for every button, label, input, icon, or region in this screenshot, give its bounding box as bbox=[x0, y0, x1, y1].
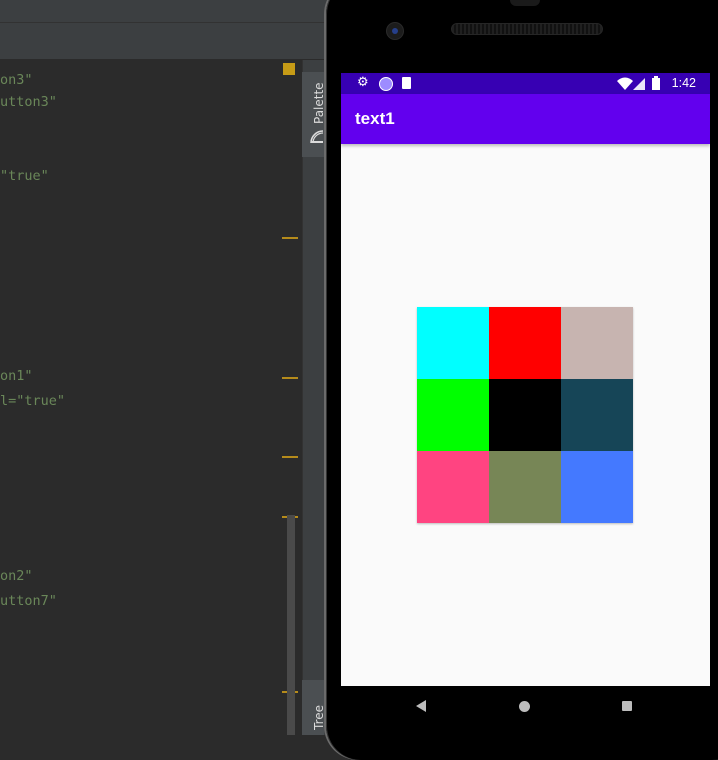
app-title: text1 bbox=[355, 109, 395, 128]
code-editor[interactable]: on3" utton3" "true" on1" l="true" on2" utton7" bbox=[0, 60, 282, 735]
code-line[interactable]: utton3" bbox=[0, 93, 57, 111]
home-icon[interactable] bbox=[519, 701, 530, 712]
color-cell[interactable] bbox=[417, 307, 489, 379]
phone-top-button bbox=[510, 0, 540, 6]
sd-card-icon bbox=[402, 77, 411, 89]
recent-apps-icon[interactable] bbox=[622, 701, 632, 711]
status-bar: ⚙ 1:42 bbox=[341, 73, 710, 94]
code-line[interactable]: on1" bbox=[0, 367, 33, 385]
front-camera bbox=[386, 22, 404, 40]
wifi-signal-icon bbox=[617, 77, 645, 90]
battery-icon bbox=[652, 76, 660, 90]
code-line[interactable]: l="true" bbox=[0, 392, 65, 410]
palette-icon bbox=[310, 130, 324, 144]
gutter-marker[interactable] bbox=[282, 377, 298, 379]
gutter-marker[interactable] bbox=[282, 237, 298, 239]
ide-title-bar bbox=[0, 0, 330, 23]
color-cell[interactable] bbox=[561, 451, 633, 523]
code-line[interactable]: "true" bbox=[0, 167, 49, 185]
earpiece-speaker bbox=[451, 23, 603, 35]
color-cell[interactable] bbox=[489, 307, 561, 379]
app-bar: text1 bbox=[341, 94, 710, 144]
status-time: 1:42 bbox=[671, 76, 696, 90]
code-line[interactable]: on2" bbox=[0, 567, 33, 585]
code-line[interactable]: on3" bbox=[0, 71, 33, 89]
color-cell[interactable] bbox=[417, 379, 489, 451]
editor-scrollbar[interactable] bbox=[287, 515, 295, 735]
gutter-marker[interactable] bbox=[282, 456, 298, 458]
tree-tab-label: Tree bbox=[312, 704, 326, 730]
tool-window-strip bbox=[302, 60, 325, 735]
color-cell[interactable] bbox=[489, 379, 561, 451]
color-cell[interactable] bbox=[561, 379, 633, 451]
notification-circle-icon bbox=[379, 77, 393, 91]
color-cell[interactable] bbox=[561, 307, 633, 379]
code-line[interactable]: utton7" bbox=[0, 592, 57, 610]
phone-screen: ⚙ 1:42 text1 bbox=[341, 73, 710, 686]
palette-tab-label: Palette bbox=[312, 82, 326, 124]
color-cell[interactable] bbox=[417, 451, 489, 523]
color-cell[interactable] bbox=[489, 451, 561, 523]
color-grid bbox=[417, 307, 633, 523]
settings-gear-icon: ⚙ bbox=[357, 75, 369, 90]
back-icon[interactable] bbox=[416, 700, 426, 712]
warning-icon[interactable] bbox=[283, 63, 295, 75]
ide-tab-bar bbox=[0, 23, 330, 60]
